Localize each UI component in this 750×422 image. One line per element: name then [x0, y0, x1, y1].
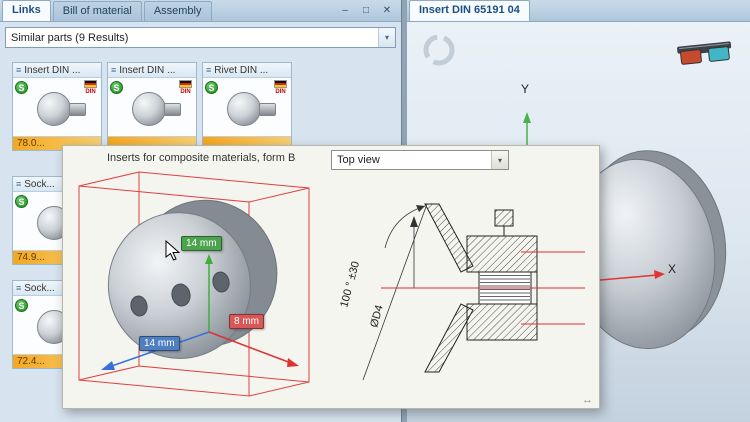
list-icon: ≡ — [16, 179, 21, 189]
classification-badge: S — [15, 299, 28, 312]
tab-bill-of-material[interactable]: Bill of material — [53, 1, 142, 21]
minimize-button[interactable]: – — [336, 3, 354, 18]
classification-badge: S — [205, 81, 218, 94]
preview-3d[interactable] — [69, 164, 325, 406]
chevron-down-icon[interactable]: ▾ — [491, 151, 508, 169]
detail-tabbar: Insert DIN 65191 04 — [407, 0, 750, 22]
din-label: DIN — [180, 88, 190, 96]
view-dropdown[interactable]: Top view ▾ — [331, 150, 509, 170]
part-card[interactable]: ≡ Insert DIN ... S DIN — [107, 62, 197, 151]
din-flag-icon: DIN — [84, 80, 97, 96]
din-label: DIN — [275, 88, 285, 96]
resize-icon[interactable]: ↔ — [582, 394, 593, 406]
card-title: Insert DIN ... — [24, 65, 80, 76]
list-icon: ≡ — [16, 283, 21, 293]
dim-badge-depth[interactable]: 8 mm — [229, 314, 264, 329]
card-header[interactable]: ≡ Rivet DIN ... — [203, 63, 291, 78]
dim-badge-width[interactable]: 14 mm — [139, 336, 180, 351]
chevron-down-icon[interactable]: ▾ — [378, 28, 395, 47]
tab-assembly[interactable]: Assembly — [144, 1, 212, 21]
din-label: DIN — [85, 88, 95, 96]
card-body: S DIN — [203, 78, 291, 136]
parts-window-tabbar: Links Bill of material Assembly – □ ✕ — [0, 0, 401, 22]
view-dropdown-value: Top view — [332, 154, 491, 166]
window-controls: – □ ✕ — [336, 0, 401, 21]
tab-insert-din-65191[interactable]: Insert DIN 65191 04 — [409, 0, 530, 21]
tab-links[interactable]: Links — [2, 0, 51, 21]
list-icon: ≡ — [16, 65, 21, 75]
screen: Links Bill of material Assembly – □ ✕ Si… — [0, 0, 750, 422]
axis-y-label: Y — [521, 82, 529, 96]
list-icon: ≡ — [206, 65, 211, 75]
card-title: Insert DIN ... — [119, 65, 175, 76]
cursor-icon — [165, 240, 181, 262]
close-button[interactable]: ✕ — [378, 3, 396, 18]
din-flag-icon: DIN — [274, 80, 287, 96]
card-title: Sock... — [24, 283, 55, 294]
part-card[interactable]: ≡ Rivet DIN ... S DIN — [202, 62, 292, 151]
card-title: Rivet DIN ... — [214, 65, 268, 76]
card-body: S DIN — [108, 78, 196, 136]
preview-popup: Inserts for composite materials, form B … — [62, 145, 600, 409]
similar-parts-dropdown-value: Similar parts (9 Results) — [6, 32, 378, 44]
card-body: S DIN — [13, 78, 101, 136]
card-header[interactable]: ≡ Insert DIN ... — [13, 63, 101, 78]
classification-badge: S — [110, 81, 123, 94]
list-icon: ≡ — [111, 65, 116, 75]
maximize-button[interactable]: □ — [357, 3, 375, 18]
similar-parts-dropdown[interactable]: Similar parts (9 Results) ▾ — [5, 27, 396, 48]
insert-part-3d — [97, 190, 289, 369]
classification-badge: S — [15, 81, 28, 94]
axis-x-label: X — [668, 262, 676, 276]
card-title: Sock... — [24, 179, 55, 190]
part-card[interactable]: ≡ Insert DIN ... S DIN 78.0... — [12, 62, 102, 151]
card-header[interactable]: ≡ Insert DIN ... — [108, 63, 196, 78]
technical-drawing: 100 ° ±30 ØD4 — [329, 180, 595, 404]
classification-badge: S — [15, 195, 28, 208]
popup-title: Inserts for composite materials, form B — [107, 152, 295, 164]
din-flag-icon: DIN — [179, 80, 192, 96]
dim-badge-height[interactable]: 14 mm — [181, 236, 222, 251]
angle-dimension-label: 100 ° ±30 — [338, 260, 362, 309]
